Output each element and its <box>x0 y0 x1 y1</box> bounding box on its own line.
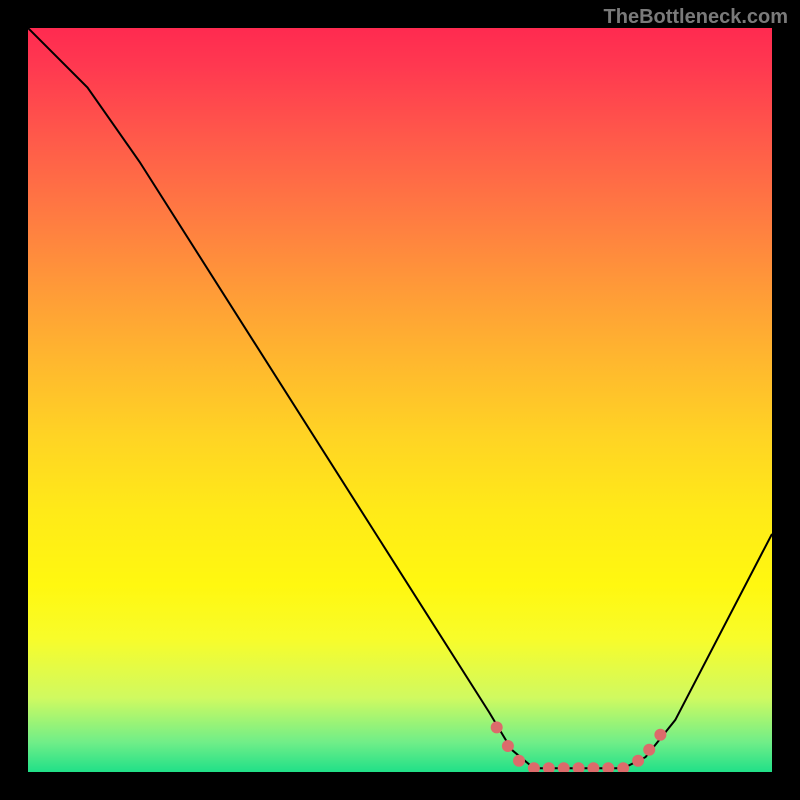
bottleneck-curve-line <box>28 28 772 768</box>
highlight-marker <box>654 729 666 741</box>
highlight-marker <box>513 755 525 767</box>
highlight-marker <box>491 721 503 733</box>
highlight-marker <box>632 755 644 767</box>
highlight-marker <box>543 762 555 772</box>
highlight-marker <box>573 762 585 772</box>
highlight-markers-group <box>491 721 667 772</box>
watermark-text: TheBottleneck.com <box>604 6 788 29</box>
highlight-marker <box>502 740 514 752</box>
highlight-marker <box>617 762 629 772</box>
highlight-marker <box>643 744 655 756</box>
highlight-marker <box>558 762 570 772</box>
chart-area <box>28 28 772 772</box>
chart-svg <box>28 28 772 772</box>
highlight-marker <box>602 762 614 772</box>
highlight-marker <box>587 762 599 772</box>
